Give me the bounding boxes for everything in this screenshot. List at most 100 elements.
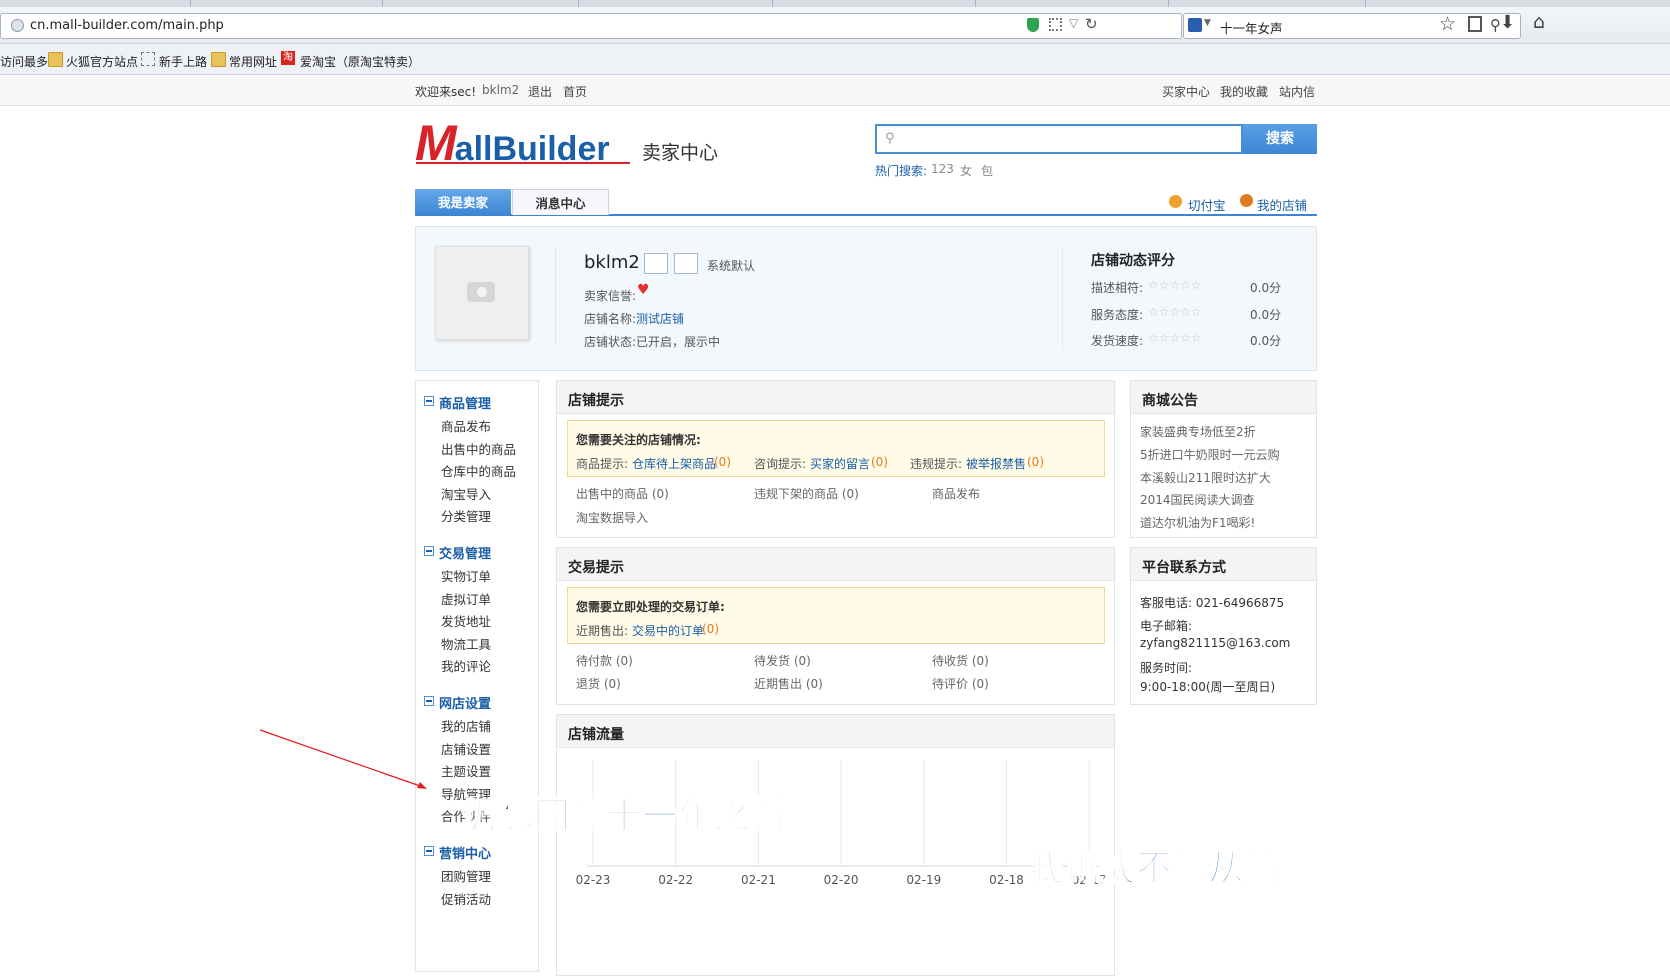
- tab-divider: [772, 0, 773, 7]
- violation-tip-label: 违规提示:: [910, 457, 963, 471]
- announcement-item[interactable]: 本溪毅山211限时达扩大: [1140, 469, 1271, 486]
- announcement-item[interactable]: 家装盛典专场低至2折: [1140, 423, 1256, 440]
- reload-icon[interactable]: ↻: [1085, 15, 1098, 33]
- sidebar-item-virtual-orders[interactable]: 虚拟订单: [441, 589, 491, 608]
- tab-divider: [975, 0, 976, 7]
- sidebar-item-publish-goods[interactable]: 商品发布: [441, 416, 491, 435]
- sidebar-item-my-shop[interactable]: 我的店铺: [441, 716, 491, 735]
- taobao-data-import-link[interactable]: 淘宝数据导入: [576, 509, 648, 526]
- returns-link[interactable]: 退货 (0): [576, 675, 621, 692]
- site-search-input[interactable]: ⚲: [875, 124, 1243, 154]
- bookmark-firefox-site[interactable]: 火狐官方站点: [66, 53, 138, 70]
- qrcode-icon[interactable]: [1049, 18, 1062, 31]
- bookmark-most-visited[interactable]: 访问最多: [0, 53, 48, 70]
- url-bar[interactable]: cn.mall-builder.com/main.php ▽ ↻: [0, 13, 1182, 39]
- home-icon[interactable]: ⌂: [1533, 11, 1545, 33]
- announcement-item[interactable]: 2014国民阅读大调查: [1140, 491, 1255, 508]
- contact-email[interactable]: zyfang821115@163.com: [1140, 636, 1290, 650]
- collapse-icon[interactable]: [424, 396, 434, 406]
- sidebar-item-on-sale[interactable]: 出售中的商品: [441, 439, 516, 458]
- violation-tip-link[interactable]: 被举报禁售: [966, 455, 1026, 472]
- bookmark-ai-taobao[interactable]: 爱淘宝（原淘宝特卖）: [300, 53, 420, 70]
- sidebar-item-taobao-import[interactable]: 淘宝导入: [441, 484, 491, 503]
- shield-icon[interactable]: [1027, 18, 1039, 32]
- pending-payment-link[interactable]: 待付款 (0): [576, 652, 633, 669]
- hot-search-term[interactable]: 包: [981, 162, 993, 179]
- pending-shipment-link[interactable]: 待发货 (0): [754, 652, 811, 669]
- site-search-button[interactable]: 搜索: [1243, 124, 1317, 154]
- taobao-icon: 淘: [281, 51, 295, 65]
- sidebar-item-logistics[interactable]: 物流工具: [441, 634, 491, 653]
- tab-message-center[interactable]: 消息中心: [512, 189, 609, 215]
- reading-list-icon[interactable]: [1468, 16, 1482, 32]
- sidebar-section-trade[interactable]: 交易管理: [439, 543, 491, 562]
- arrow-head: [417, 782, 427, 789]
- bookmark-getting-started[interactable]: 新手上路: [159, 53, 207, 70]
- announcement-item[interactable]: 道达尔机油为F1喝彩!: [1140, 514, 1255, 531]
- sidebar-item-my-reviews[interactable]: 我的评论: [441, 656, 491, 675]
- pay-link[interactable]: 切付宝: [1188, 195, 1226, 214]
- sidebar-item-shipping-address[interactable]: 发货地址: [441, 611, 491, 630]
- sidebar-item-theme[interactable]: 主题设置: [441, 761, 491, 780]
- dropdown-icon[interactable]: ▽: [1069, 16, 1078, 30]
- trade-tips-panel: 交易提示 您需要立即处理的交易订单: 近期售出: 交易中的订单 (0) 待付款 …: [556, 547, 1115, 705]
- publish-goods-link[interactable]: 商品发布: [932, 485, 980, 502]
- shop-name-link[interactable]: 测试店铺: [636, 310, 684, 327]
- logout-link[interactable]: 退出: [528, 83, 552, 100]
- seller-center-subtitle: 卖家中心: [642, 142, 719, 164]
- hot-search-label: 热门搜索:: [875, 164, 928, 178]
- sidebar-section-shop-settings[interactable]: 网店设置: [439, 693, 491, 712]
- hot-search-term[interactable]: 123: [931, 162, 954, 176]
- shop-badge-icon: [644, 253, 668, 274]
- bookmark-star-icon[interactable]: ☆: [1439, 13, 1456, 35]
- url-text[interactable]: cn.mall-builder.com/main.php: [30, 18, 224, 33]
- sidebar-item-physical-orders[interactable]: 实物订单: [441, 566, 491, 585]
- collapse-icon[interactable]: [424, 846, 434, 856]
- tab-divider: [190, 0, 191, 7]
- sidebar-item-categories[interactable]: 分类管理: [441, 506, 491, 525]
- sidebar-item-group-buy[interactable]: 团购管理: [441, 866, 491, 885]
- shop-avatar[interactable]: [435, 246, 529, 340]
- x-tick-label: 02-18: [989, 873, 1024, 887]
- collapse-icon[interactable]: [424, 696, 434, 706]
- search-engine-icon[interactable]: [1188, 18, 1202, 32]
- tab-divider: [382, 0, 383, 7]
- contact-panel: 平台联系方式 客服电话: 021-64966875 电子邮箱: zyfang82…: [1130, 547, 1317, 705]
- hot-search-term[interactable]: 女: [960, 162, 972, 179]
- recent-sold-link[interactable]: 近期售出 (0): [754, 675, 823, 692]
- bookmark-common-sites[interactable]: 常用网址: [229, 53, 277, 70]
- download-icon[interactable]: ⬇: [1500, 12, 1515, 33]
- rating-score: 0.0分: [1250, 281, 1282, 295]
- favorites-link[interactable]: 我的收藏: [1220, 83, 1268, 100]
- buyer-center-link[interactable]: 买家中心: [1162, 83, 1210, 100]
- sidebar-item-warehouse[interactable]: 仓库中的商品: [441, 461, 516, 480]
- on-sale-goods-link[interactable]: 出售中的商品 (0): [576, 485, 669, 502]
- my-shop-link[interactable]: 我的店铺: [1257, 195, 1307, 214]
- rating-score: 0.0分: [1250, 308, 1282, 322]
- sidebar-item-promotions[interactable]: 促销活动: [441, 889, 491, 908]
- username-link[interactable]: bklm2: [482, 83, 519, 97]
- goods-tip-link[interactable]: 仓库待上架商品: [632, 455, 716, 472]
- collapse-icon[interactable]: [424, 546, 434, 556]
- contact-hours: 9:00-18:00(周一至周日): [1140, 680, 1276, 694]
- home-link[interactable]: 首页: [563, 83, 587, 100]
- announcement-item[interactable]: 5折进口牛奶限时一元云购: [1140, 446, 1280, 463]
- chevron-down-icon[interactable]: ▼: [1204, 18, 1211, 28]
- x-tick-label: 02-19: [906, 873, 941, 887]
- sidebar-item-shop-config[interactable]: 店铺设置: [441, 739, 491, 758]
- pending-review-link[interactable]: 待评价 (0): [932, 675, 989, 692]
- sidebar-section-goods[interactable]: 商品管理: [439, 393, 491, 412]
- browser-search-input[interactable]: 十一年女声: [1220, 18, 1283, 37]
- trading-orders-link[interactable]: 交易中的订单: [632, 622, 704, 639]
- tab-divider: [578, 0, 579, 7]
- site-logo[interactable]: MallBuilder: [415, 118, 610, 168]
- consult-tip-link[interactable]: 买家的留言: [810, 455, 870, 472]
- contact-title: 平台联系方式: [1142, 560, 1226, 576]
- tab-seller[interactable]: 我是卖家: [415, 189, 511, 215]
- sidebar-section-marketing[interactable]: 营销中心: [439, 843, 491, 862]
- removed-goods-link[interactable]: 违规下架的商品 (0): [754, 485, 859, 502]
- shop-notice-box: 您需要关注的店铺情况: 商品提示: 仓库待上架商品 (0) 咨询提示: 买家的留…: [567, 420, 1105, 477]
- rating-title: 店铺动态评分: [1091, 253, 1175, 269]
- pending-receipt-link[interactable]: 待收货 (0): [932, 652, 989, 669]
- messages-link[interactable]: 站内信: [1279, 83, 1315, 100]
